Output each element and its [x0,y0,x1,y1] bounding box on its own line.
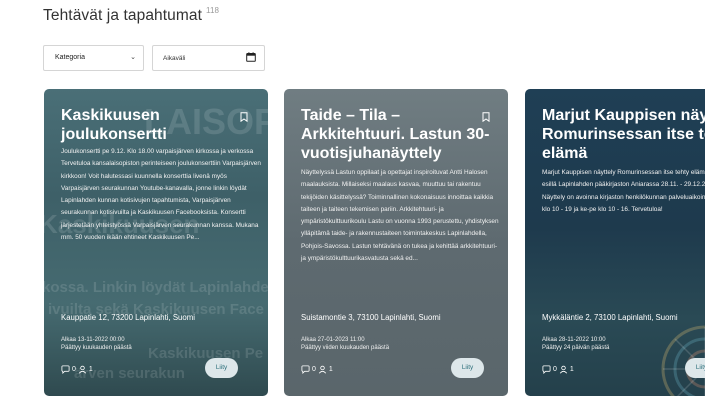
calendar-icon[interactable] [246,52,256,62]
event-description: Näyttelyssä Lastun oppilaat ja opettajat… [301,169,499,263]
event-end: Päättyy kuukauden päästä [61,345,132,351]
join-button[interactable]: Liity [685,358,705,378]
results-count: 118 [206,6,220,15]
comment-icon [61,365,70,374]
bookmark-icon[interactable] [482,112,490,122]
comment-count: 0 [312,366,316,373]
participant-count: 1 [88,366,93,373]
participants-icon [78,365,87,374]
category-select[interactable]: Kategoria ⌄ [43,45,144,71]
background-text: kossa. Linkin löydät Lapinlahden [44,279,268,296]
event-title[interactable]: Kaskikuusen joulukonsertti [61,106,236,144]
event-description: Joulukonsertti pe 9.12. Klo 18.00 varpai… [61,148,261,242]
event-start: Alkaa 13-11-2022 00:00 [61,337,125,343]
event-address: Mykkäläntie 2, 73100 Lapinlahti, Suomi [542,313,678,322]
event-title[interactable]: Marjut Kauppisen näyttely Romurinsessan … [542,106,705,163]
event-start: Alkaa 28-11-2022 10:00 [542,337,606,343]
participant-count: 1 [569,366,574,373]
event-end: Päättyy 24 päivän päästä [542,345,610,351]
event-description: Marjut Kauppisen näyttely Romurinsessan … [542,169,705,213]
participants-icon [318,365,327,374]
page-title: Tehtävät ja tapahtumat 118 [43,6,219,25]
participant-count: 1 [328,366,333,373]
chevron-down-icon: ⌄ [130,54,136,61]
event-address: Suistamontie 3, 73100 Lapinlahti, Suomi [301,313,441,322]
participants-icon [559,365,568,374]
event-card[interactable]: LAISOPIS Kaskikuusen kossa. Linkin löydä… [44,89,268,396]
event-stats: 0 1 [301,365,333,374]
join-button[interactable]: Liity [205,358,238,378]
comment-count: 0 [553,366,557,373]
background-text: Kaskikuusen Pe [148,345,264,362]
event-title[interactable]: Taide – Tila – Arkkitehtuuri. Lastun 30-… [301,106,491,163]
event-card[interactable]: Taide – Tila – Arkkitehtuuri. Lastun 30-… [284,89,508,396]
join-button[interactable]: Liity [451,358,484,378]
category-select-label: Kategoria [55,54,85,61]
page-title-text: Tehtävät ja tapahtumat [43,7,203,24]
event-end: Päättyy viiden kuukauden päästä [301,345,390,351]
bookmark-icon[interactable] [240,112,248,122]
event-address: Kauppatie 12, 73200 Lapinlahti, Suomi [61,313,195,322]
event-stats: 0 1 [61,365,93,374]
comment-count: 0 [72,366,76,373]
comment-icon [542,365,551,374]
event-stats: 0 1 [542,365,574,374]
event-start: Alkaa 27-01-2023 11:00 [301,337,365,343]
event-card[interactable]: Marjut Kauppisen näyttely Romurinsessan … [525,89,705,396]
comment-icon [301,365,310,374]
